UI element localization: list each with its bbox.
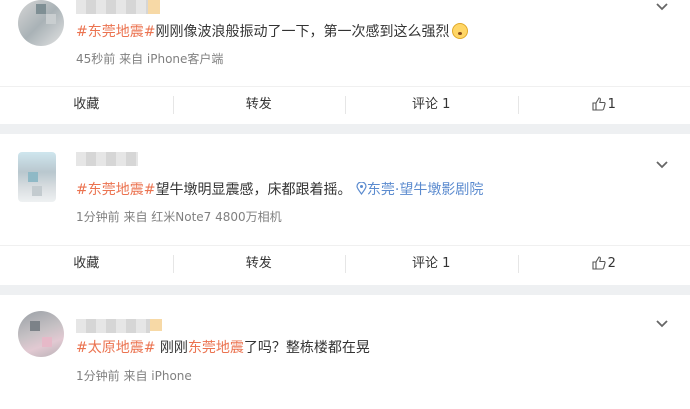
post-card: #太原地震# 刚刚东莞地震了吗？整栋楼都在晃 1分钟前 来自 iPhone xyxy=(0,295,690,409)
action-bar: 收藏 转发 评论 1 2 xyxy=(0,245,690,282)
avatar[interactable] xyxy=(18,152,56,202)
post-body: 望牛墩明显震感，床都跟着摇。 xyxy=(155,182,352,198)
post-body: 了吗？整栋楼都在晃 xyxy=(243,340,370,356)
post-card: #东莞地震#刚刚像波浪般振动了一下，第一次感到这么强烈 45秒前 来自 iPho… xyxy=(0,0,690,124)
topic-hash[interactable]: # xyxy=(76,182,88,198)
topic-link[interactable]: 东莞地震 xyxy=(88,24,144,40)
chevron-down-icon[interactable] xyxy=(656,317,668,329)
avatar[interactable] xyxy=(18,311,64,357)
avatar[interactable] xyxy=(18,0,64,46)
avatar-pixel xyxy=(30,321,40,331)
like-button[interactable]: 1 xyxy=(517,87,690,126)
comment-button[interactable]: 评论 1 xyxy=(345,87,518,123)
like-count: 1 xyxy=(607,97,616,112)
like-count: 2 xyxy=(607,256,616,271)
username-blurred[interactable] xyxy=(76,152,138,166)
location-pin-icon xyxy=(356,181,367,196)
repost-button[interactable]: 转发 xyxy=(172,87,346,123)
weibo-feed: #东莞地震#刚刚像波浪般振动了一下，第一次感到这么强烈 45秒前 来自 iPho… xyxy=(0,0,690,409)
topic-hash[interactable]: # xyxy=(76,340,88,356)
topic-link[interactable]: 东莞地震 xyxy=(88,182,144,198)
topic-hash[interactable]: # xyxy=(144,340,156,356)
post-body: 刚刚 xyxy=(155,340,188,356)
collect-button[interactable]: 收藏 xyxy=(0,87,173,123)
location-name: 东莞·望牛墩影剧院 xyxy=(366,182,484,198)
surprised-emoji-icon xyxy=(452,23,469,39)
topic-hash[interactable]: # xyxy=(144,24,156,40)
post-meta: 1分钟前 来自 iPhone xyxy=(76,369,192,383)
avatar-pixel xyxy=(32,186,42,196)
chevron-down-icon[interactable] xyxy=(656,158,668,170)
user-badge xyxy=(150,319,162,331)
username-blurred[interactable] xyxy=(76,319,150,333)
repost-button[interactable]: 转发 xyxy=(172,246,346,282)
username-blurred[interactable] xyxy=(76,0,148,14)
collect-button[interactable]: 收藏 xyxy=(0,246,173,282)
like-button[interactable]: 2 xyxy=(517,246,690,285)
post-body: 刚刚像波浪般振动了一下，第一次感到这么强烈 xyxy=(155,24,450,40)
user-badge xyxy=(148,0,160,14)
topic-hash[interactable]: # xyxy=(144,182,156,198)
location-link[interactable]: 东莞·望牛墩影剧院 xyxy=(356,181,484,198)
avatar-pixel xyxy=(36,4,46,14)
action-bar: 收藏 转发 评论 1 1 xyxy=(0,86,690,123)
thumbs-up-icon xyxy=(592,249,606,285)
topic-link[interactable]: 太原地震 xyxy=(88,340,144,356)
post-meta: 45秒前 来自 iPhone客户端 xyxy=(76,52,224,66)
avatar-pixel xyxy=(42,337,52,347)
post-text: #东莞地震#刚刚像波浪般振动了一下，第一次感到这么强烈 xyxy=(76,22,469,42)
chevron-down-icon[interactable] xyxy=(656,0,668,12)
thumbs-up-icon xyxy=(592,90,606,126)
comment-button[interactable]: 评论 1 xyxy=(345,246,518,282)
avatar-pixel xyxy=(46,14,56,24)
avatar-pixel xyxy=(28,172,38,182)
post-text: #太原地震# 刚刚东莞地震了吗？整栋楼都在晃 xyxy=(76,338,370,358)
topic-link[interactable]: 东莞地震 xyxy=(188,340,244,356)
post-text: #东莞地震#望牛墩明显震感，床都跟着摇。 东莞·望牛墩影剧院 xyxy=(76,180,483,200)
topic-hash[interactable]: # xyxy=(76,24,88,40)
post-card: #东莞地震#望牛墩明显震感，床都跟着摇。 东莞·望牛墩影剧院 1分钟前 来自 红… xyxy=(0,134,690,285)
post-meta: 1分钟前 来自 红米Note7 4800万相机 xyxy=(76,210,282,224)
